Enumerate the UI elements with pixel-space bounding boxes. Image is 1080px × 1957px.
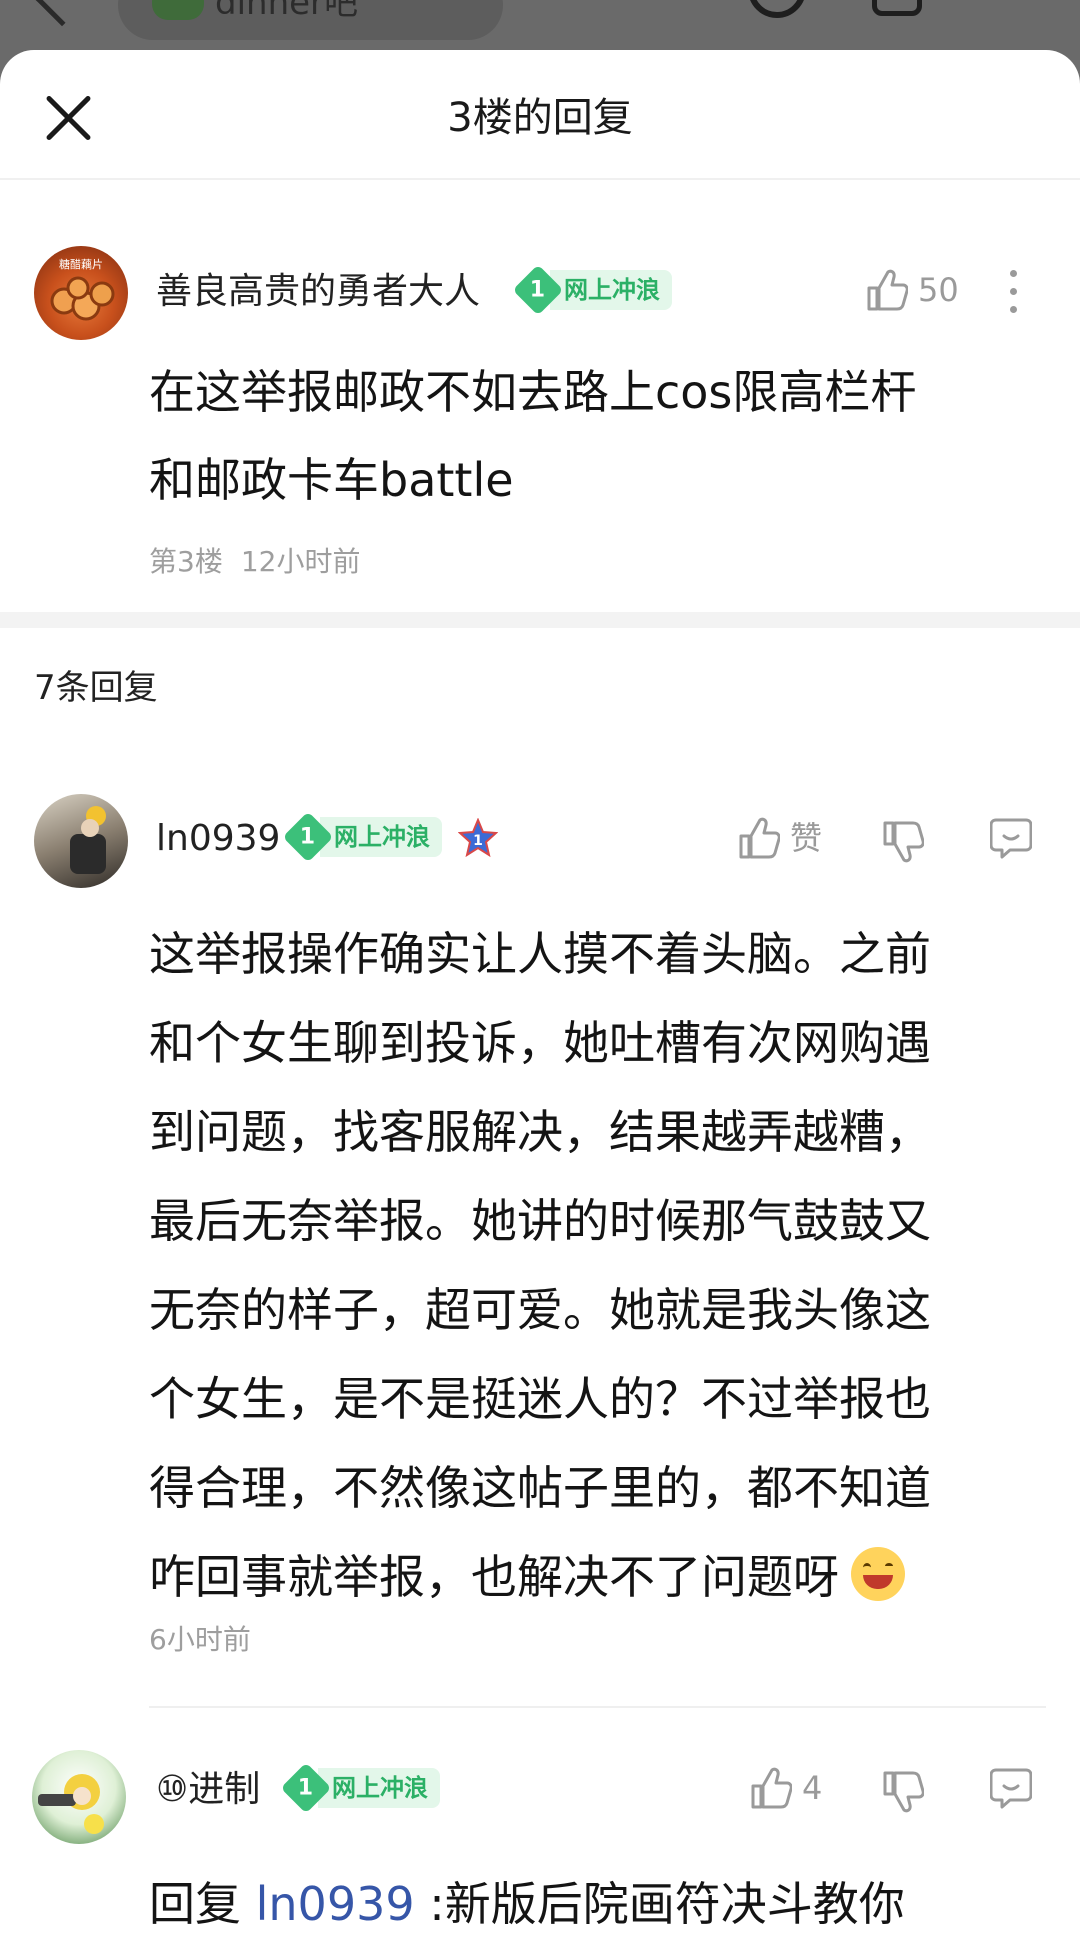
username[interactable]: 善良高贵的勇者大人 [156,268,480,316]
reply-count: 7条回复 [34,668,158,708]
reply-content-line: 和个女生聊到投诉，她吐槽有次网购遇 [149,1016,931,1070]
reply-content-text: 咋回事就举报，也解决不了问题呀 [149,1550,839,1604]
post-meta: 第3楼 12小时前 [149,544,360,580]
reply-content-line: 无奈的样子，超可爱。她就是我头像这 [149,1283,931,1337]
reply-divider [149,1706,1046,1708]
person-photo-icon [70,806,106,874]
level-badge: 1 网上冲浪 [282,811,442,863]
level-badge: 1 网上冲浪 [280,1762,440,1814]
comment-icon[interactable] [990,1766,1032,1810]
reply-content-line: 个女生，是不是挺迷人的？不过举报也 [149,1372,931,1426]
share-icon[interactable] [872,0,922,16]
thumbs-up-icon[interactable] [866,268,908,312]
reply-content-line: 到问题，找客服解决，结果越弄越糟， [149,1105,931,1159]
badge-label: 网上冲浪 [318,1768,440,1808]
sheet-header: 3楼的回复 [0,50,1080,180]
section-divider [0,612,1080,628]
back-arrow-icon[interactable] [33,0,91,27]
floor-number: 第3楼 [149,545,223,578]
svg-text:1: 1 [473,833,483,849]
anime-character-icon [38,1774,104,1834]
thumbs-down-icon[interactable] [882,1770,924,1814]
search-icon[interactable] [748,0,806,18]
reply-content-line: 这举报操作确实让人摸不着头脑。之前 [149,927,931,981]
reply-content-text: :新版后院画符决斗教你 [414,1877,905,1931]
reply-content-line: 咋回事就举报，也解决不了问题呀 [149,1533,1039,1622]
sheet-title: 3楼的回复 [447,95,633,141]
forum-name: dinner吧 [215,0,359,23]
thumbs-up-icon[interactable] [738,816,780,860]
vip-star-icon: 1 [458,818,498,858]
avatar[interactable] [32,1750,126,1844]
more-icon[interactable] [1008,270,1018,316]
username[interactable]: ln0939 [156,815,280,863]
like-label: 赞 [790,819,823,857]
reply-content-line: 最后无奈举报。她讲的时候那气鼓鼓又 [149,1194,931,1248]
post-time: 12小时前 [240,545,361,578]
badge-label: 网上冲浪 [550,270,672,310]
reply-prefix: 回复 [149,1877,241,1931]
avatar[interactable]: 糖醋藕片 [34,246,128,340]
post-content-line: 在这举报邮政不如去路上cos限高栏杆 [149,365,917,419]
mention-link[interactable]: ln0939 [256,1877,415,1931]
reply-sheet: 3楼的回复 糖醋藕片 善良高贵的勇者大人 1 网上冲浪 50 在这举报邮政不如去… [0,50,1080,1957]
username[interactable]: ⑩进制 [156,1766,260,1814]
thumbs-down-icon[interactable] [882,820,924,864]
laughing-emoji-icon [851,1547,905,1601]
like-count: 50 [918,271,959,309]
avatar-caption: 糖醋藕片 [59,258,103,271]
avatar[interactable] [34,794,128,888]
forum-avatar [152,0,204,20]
level-badge: 1 网上冲浪 [512,264,672,316]
comment-icon[interactable] [990,816,1032,860]
reply-time: 6小时前 [149,1623,251,1656]
badge-label: 网上冲浪 [320,817,442,857]
reply-content: 回复 ln0939 :新版后院画符决斗教你 [149,1860,1039,1948]
post-content: 在这举报邮政不如去路上cos限高栏杆 和邮政卡车battle [149,348,1039,524]
like-count: 4 [802,1769,823,1807]
reply-content: 这举报操作确实让人摸不着头脑。之前 和个女生聊到投诉，她吐槽有次网购遇 到问题，… [149,910,1039,1622]
reply-content-line: 得合理，不然像这帖子里的，都不知道 [149,1461,931,1515]
post-content-line: 和邮政卡车battle [149,453,514,507]
thumbs-up-icon[interactable] [750,1766,792,1810]
